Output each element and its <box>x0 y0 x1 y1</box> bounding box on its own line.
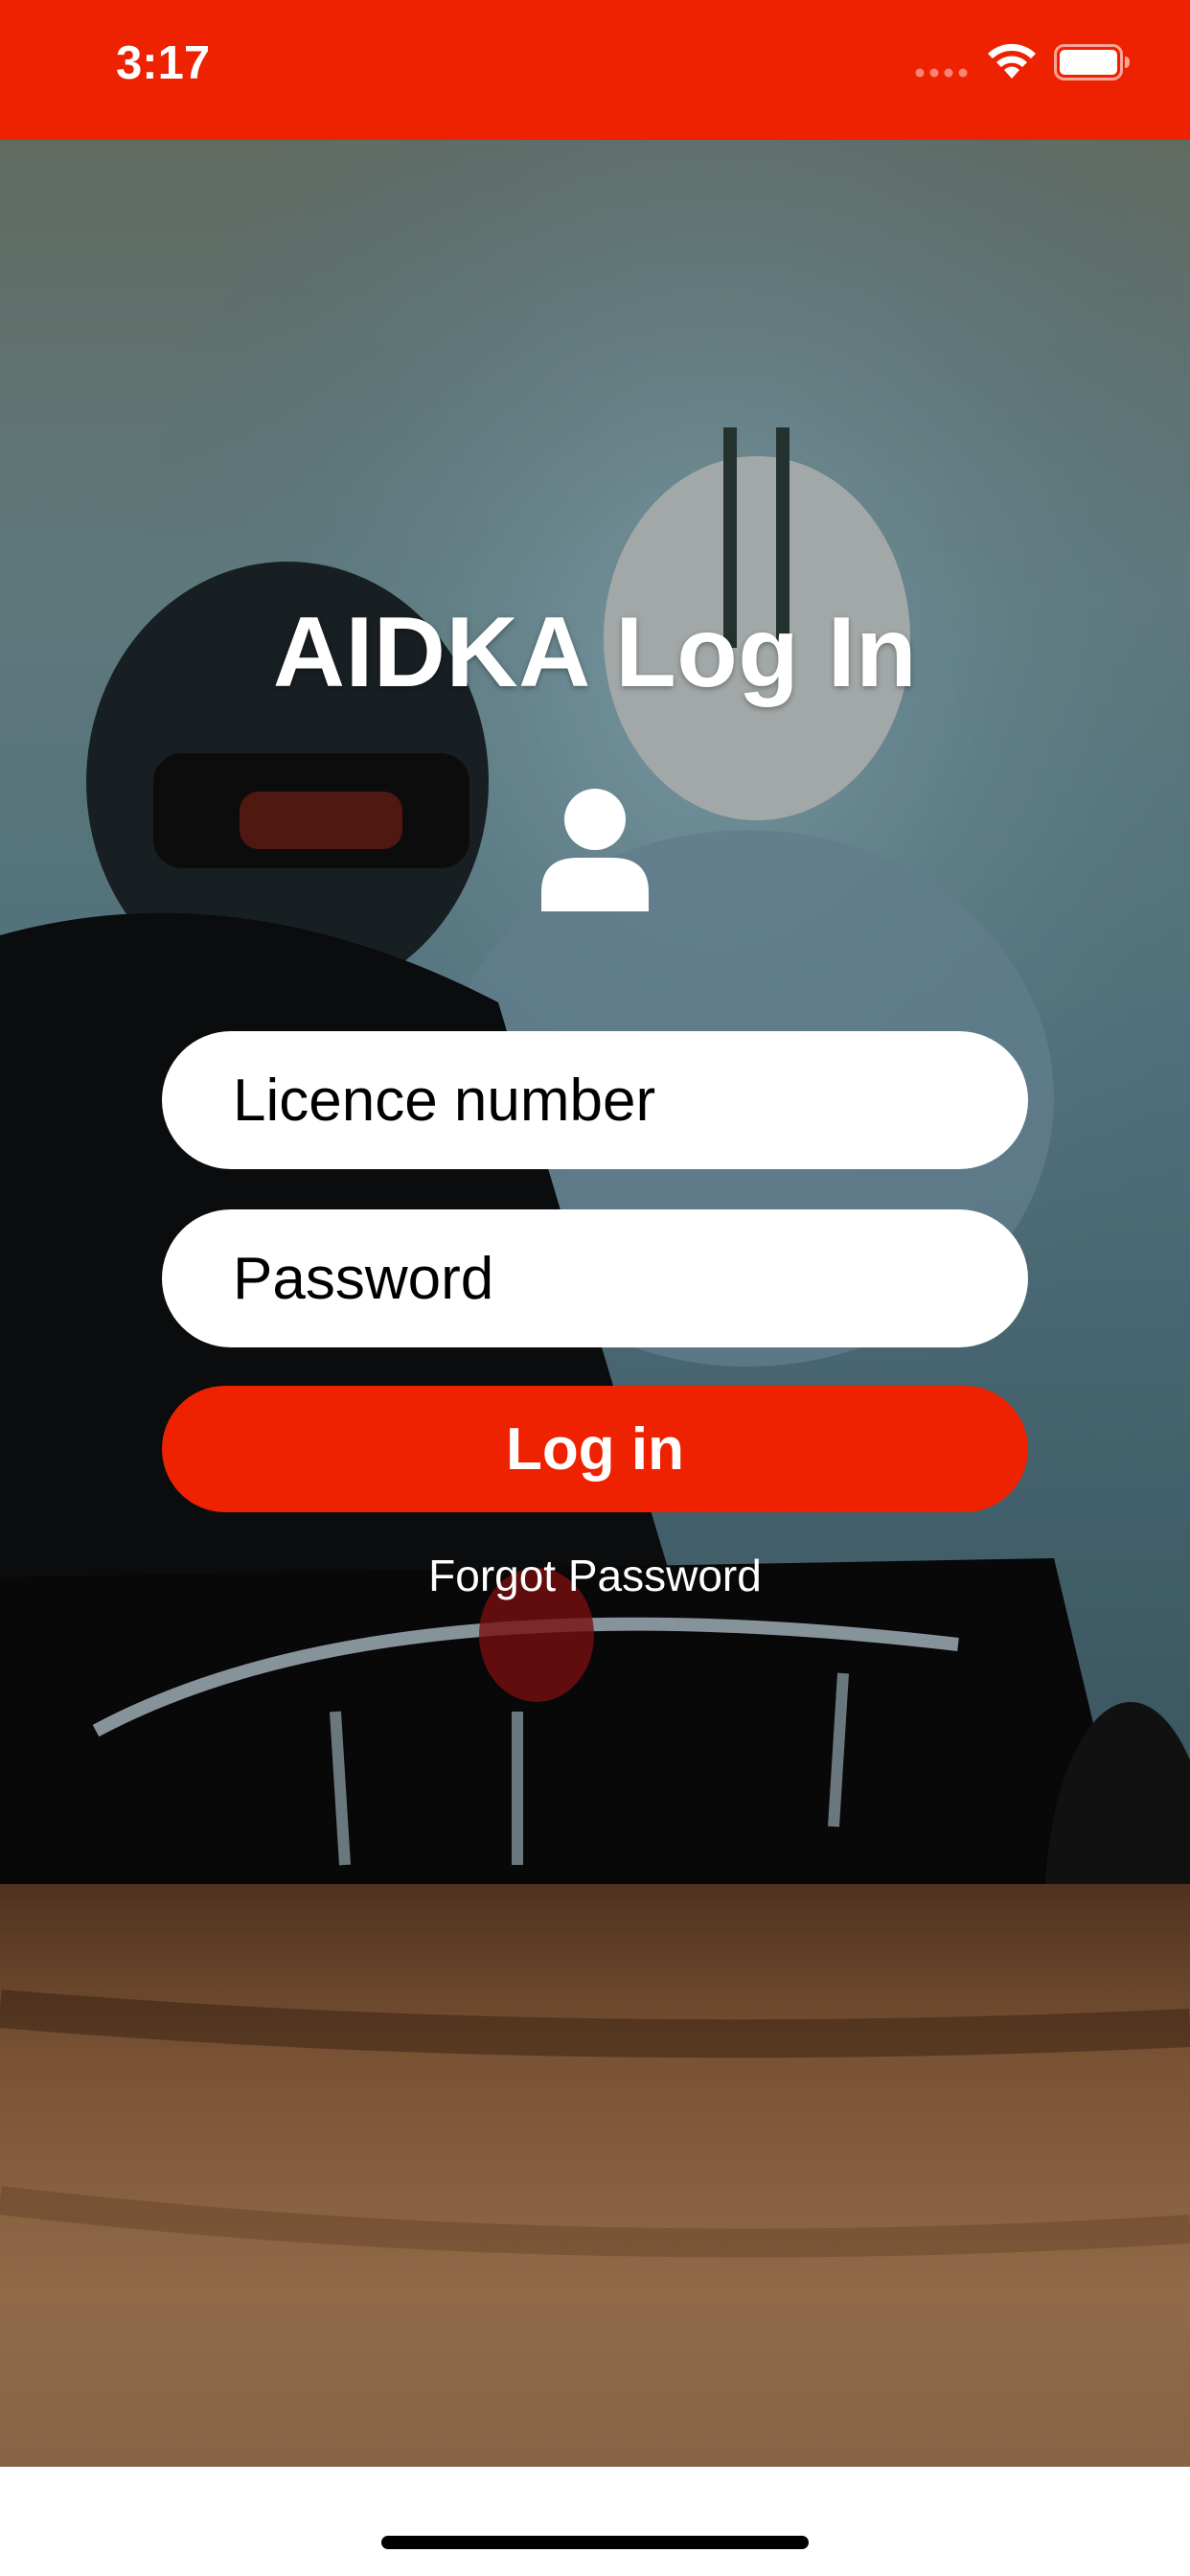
wifi-icon <box>988 43 1036 79</box>
signal-icon <box>915 68 968 78</box>
password-input[interactable] <box>231 1243 963 1314</box>
licence-number-input[interactable] <box>231 1065 963 1136</box>
page-title: AIDKA Log In <box>272 597 918 708</box>
login-button[interactable]: Log in <box>162 1386 1028 1512</box>
home-indicator[interactable] <box>381 2536 809 2549</box>
status-bar: 3:17 <box>0 0 1190 140</box>
forgot-password-link[interactable]: Forgot Password <box>0 1550 1190 1601</box>
licence-number-field[interactable] <box>162 1031 1028 1169</box>
user-icon <box>541 789 649 911</box>
status-time: 3:17 <box>116 37 211 89</box>
battery-icon <box>1054 44 1130 80</box>
password-field[interactable] <box>162 1209 1028 1347</box>
